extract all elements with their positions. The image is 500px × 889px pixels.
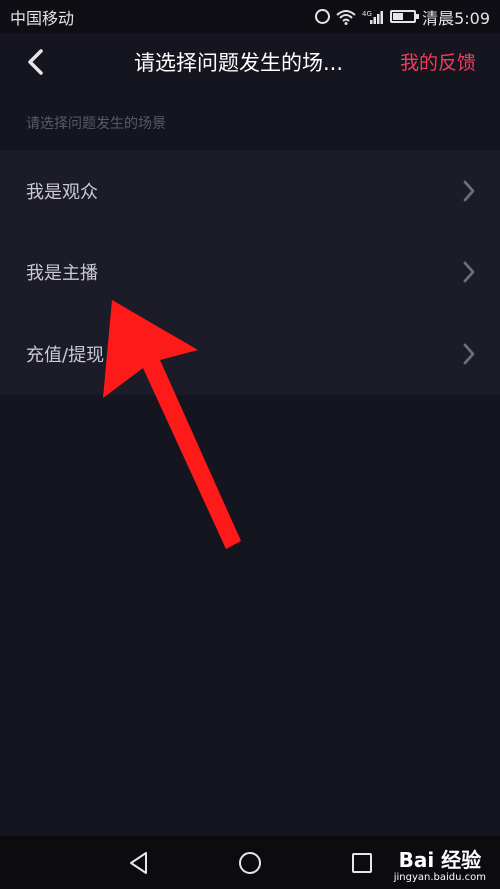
red-arrow-annotation [103,300,241,549]
signal-icon: 4G [362,9,384,25]
my-feedback-link[interactable]: 我的反馈 [400,48,476,75]
chevron-right-icon [463,343,475,365]
carrier-label: 中国移动 [10,8,75,28]
status-time: 清晨5:09 [422,8,490,28]
navigation-bar: 请选择问题发生的场... 我的反馈 [0,33,500,91]
circle-home-icon[interactable] [237,850,263,876]
battery-icon [390,10,420,23]
scene-item-label: 我是观众 [26,181,98,203]
scene-item-label: 我是主播 [26,263,98,285]
scene-list: 我是观众 我是主播 充值/提现 [0,150,500,395]
scene-item-audience[interactable]: 我是观众 [0,150,500,232]
baidu-jingyan-watermark: Bai 经验 jingyan.baidu.com [394,850,486,883]
chevron-left-icon [28,49,43,75]
section-hint: 请选择问题发生的场景 [26,116,166,132]
status-bar: 中国移动 4G 清晨5:09 [0,0,500,33]
scene-item-recharge-withdraw[interactable]: 充值/提现 [0,313,500,395]
triangle-back-icon[interactable] [126,850,152,876]
alarm-icon [315,9,331,24]
scene-item-label: 充值/提现 [26,344,105,366]
watermark-brand: Bai 经验 [398,848,482,872]
status-icons: 4G 清晨5:09 [315,5,490,29]
scene-item-streamer[interactable]: 我是主播 [0,232,500,314]
watermark-url: jingyan.baidu.com [393,872,486,883]
network-type-label: 4G [362,10,372,18]
system-nav-bar: Bai 经验 jingyan.baidu.com [0,836,500,889]
page-title: 请选择问题发生的场... [134,51,344,75]
chevron-right-icon [463,180,475,202]
battery-level-fill [393,13,403,20]
back-button[interactable] [18,45,52,79]
wifi-icon [336,9,356,25]
square-recent-icon[interactable] [349,850,375,876]
chevron-right-icon [463,261,475,283]
